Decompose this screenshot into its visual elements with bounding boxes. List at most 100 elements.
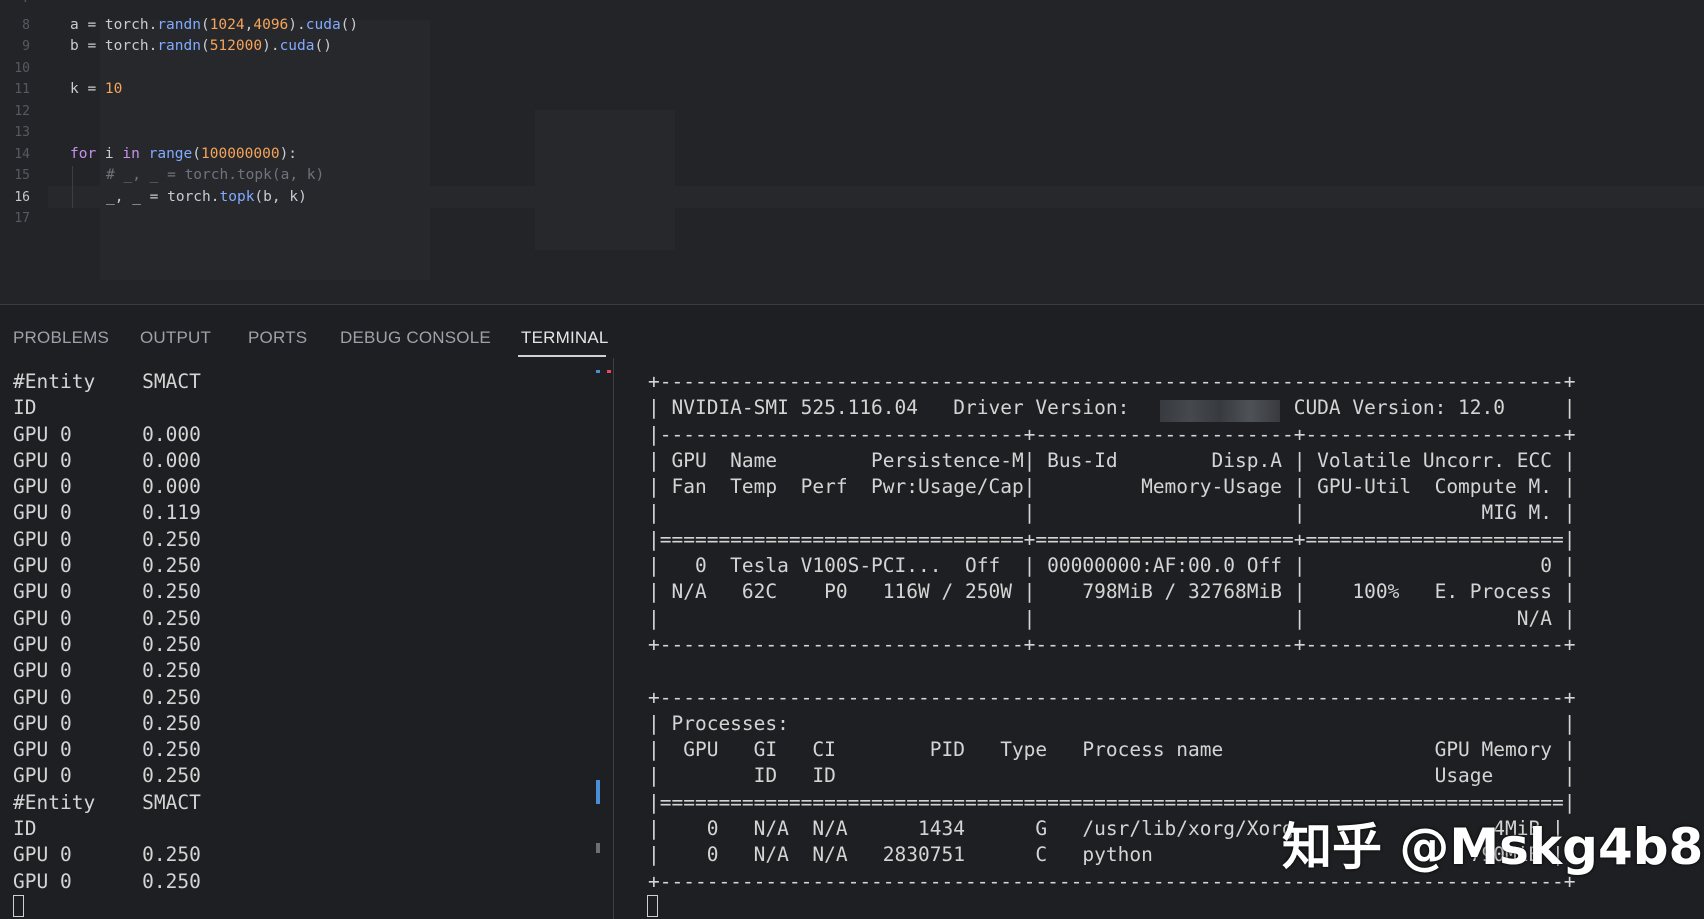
scrollbar-marker[interactable] [596, 843, 600, 853]
line-number: 14 [14, 147, 30, 162]
code-token: randn [157, 38, 201, 54]
terminal-left-output: #Entity SMACT ID GPU 0 0.000 GPU 0 0.000 GPU… [13, 369, 201, 895]
code-token: 1024 [209, 17, 245, 33]
code-token: # _, _ = torch.topk(a, k) [106, 167, 325, 183]
driver-version-redaction [1160, 400, 1280, 422]
code-token: cuda [279, 38, 315, 54]
terminal-line: #Entity SMACT [13, 790, 201, 814]
code-line-8[interactable]: a = torch.randn(1024,4096).cuda() [70, 15, 358, 37]
code-token: ): [279, 146, 298, 162]
code-line-14[interactable]: for i in range(100000000): [70, 144, 297, 166]
code-token: ( [192, 146, 201, 162]
code-token: () [314, 38, 332, 54]
tab-debug-console[interactable]: DEBUG CONSOLE [340, 328, 491, 348]
tab-terminal[interactable]: TERMINAL [521, 328, 609, 348]
terminal-line: GPU 0 0.250 [13, 527, 201, 551]
tab-ports[interactable]: PORTS [248, 328, 307, 348]
code-token: k = [70, 81, 105, 97]
line-number: 17 [14, 211, 30, 226]
terminal-line: GPU 0 0.250 [13, 632, 201, 656]
tab-output[interactable]: OUTPUT [140, 328, 211, 348]
line-number: 9 [22, 39, 30, 54]
code-token: randn [157, 17, 201, 33]
terminal-line: +---------------------------------------… [648, 370, 1576, 393]
terminal-line: GPU 0 0.250 [13, 659, 201, 683]
terminal-line: | ID ID Usage | [648, 764, 1576, 788]
line-number: 11 [14, 82, 30, 97]
terminal-line: GPU 0 0.250 [13, 764, 201, 788]
code-token: () [340, 17, 359, 33]
code-token: ( [200, 38, 210, 54]
line-number: 15 [14, 168, 30, 183]
code-token: in [122, 146, 140, 162]
terminal-line: GPU 0 0.119 [13, 501, 201, 525]
terminal-line: ID [13, 396, 37, 420]
terminal-line: | | | N/A | [648, 606, 1576, 630]
scrollbar-marker[interactable] [596, 780, 600, 804]
terminal-line: GPU 0 0.250 [13, 580, 201, 604]
active-tab-indicator [518, 355, 606, 357]
code-token: _, _ = torch. [106, 189, 220, 205]
terminal-line: GPU 0 0.250 [13, 685, 201, 709]
terminal-line: +-------------------------------+-------… [648, 632, 1576, 656]
terminal-cursor [13, 895, 24, 917]
terminal-line: GPU 0 0.250 [13, 869, 201, 893]
code-token: ). [262, 38, 280, 54]
code-token: 100000000 [201, 146, 280, 162]
terminal-line: | GPU GI CI PID Type Process name GPU Me… [648, 738, 1576, 762]
code-line-9[interactable]: b = torch.randn(512000).cuda() [70, 36, 332, 58]
terminal-line: GPU 0 0.000 [13, 448, 201, 472]
line-number: 12 [14, 104, 30, 119]
code-line-15[interactable]: # _, _ = torch.topk(a, k) [106, 165, 324, 187]
code-token: for [70, 146, 97, 162]
code-line-16[interactable]: _, _ = torch.topk(b, k) [106, 187, 307, 209]
code-token: 4096 [253, 17, 289, 33]
terminal-line: | GPU Name Persistence-M| Bus-Id Disp.A … [648, 448, 1576, 472]
terminal-line: GPU 0 0.250 [13, 711, 201, 735]
terminal-split-divider[interactable] [613, 358, 614, 919]
code-token: 10 [104, 81, 123, 97]
terminal-line: GPU 0 0.250 [13, 843, 201, 867]
panel-tab-bar: PROBLEMS OUTPUT PORTS DEBUG CONSOLE TERM… [0, 318, 1704, 358]
terminal-line: | N/A 62C P0 116W / 250W | 798MiB / 3276… [648, 580, 1576, 604]
terminal-line: |===============================+=======… [648, 527, 1576, 551]
line-number: 8 [22, 18, 30, 33]
tab-problems[interactable]: PROBLEMS [13, 328, 109, 348]
editor-panel-divider[interactable] [0, 304, 1704, 305]
code-token: a = torch. [70, 17, 158, 33]
code-token: range [148, 146, 193, 162]
terminal-line: | | | MIG M. | [648, 501, 1576, 525]
code-token: 512000 [209, 38, 263, 54]
code-token: b = torch. [70, 38, 158, 54]
line-number-current: 16 [14, 190, 30, 205]
line-number: 7 [0, 0, 30, 10]
terminal-indicator-dot [596, 370, 600, 373]
terminal-line: GPU 0 0.000 [13, 422, 201, 446]
zhihu-watermark: 知乎 @Mskg4b8 [1282, 818, 1704, 876]
terminal-line: GPU 0 0.000 [13, 475, 201, 499]
terminal-line: | 0 Tesla V100S-PCI... Off | 00000000:AF… [648, 554, 1576, 578]
indent-guide [72, 166, 73, 208]
code-token: (b, k) [254, 189, 307, 205]
code-token: cuda [305, 17, 341, 33]
terminal-indicator-dot [607, 370, 611, 373]
code-editor[interactable]: 7 8 9 10 11 12 13 14 15 16 17 a = torch.… [0, 0, 1704, 304]
terminal-line: GPU 0 0.250 [13, 606, 201, 630]
terminal-line: GPU 0 0.250 [13, 554, 201, 578]
terminal-line: +---------------------------------------… [648, 685, 1576, 709]
terminal-line: #Entity SMACT [13, 370, 201, 393]
terminal-line: | Fan Temp Perf Pwr:Usage/Cap| Memory-Us… [648, 475, 1576, 499]
terminal-cursor [647, 895, 658, 917]
code-line-11[interactable]: k = 10 [70, 79, 122, 101]
code-token: ( [200, 17, 210, 33]
terminal-line: GPU 0 0.250 [13, 738, 201, 762]
background-ghost-image [535, 110, 675, 250]
terminal-line: |-------------------------------+-------… [648, 422, 1576, 446]
line-number: 13 [14, 125, 30, 140]
line-number: 10 [14, 61, 30, 76]
terminal-left[interactable]: #Entity SMACT ID GPU 0 0.000 GPU 0 0.000 GPU… [0, 368, 612, 919]
terminal-line: | NVIDIA-SMI 525.116.04 Driver Version: … [648, 396, 1576, 420]
code-token: ). [288, 17, 306, 33]
